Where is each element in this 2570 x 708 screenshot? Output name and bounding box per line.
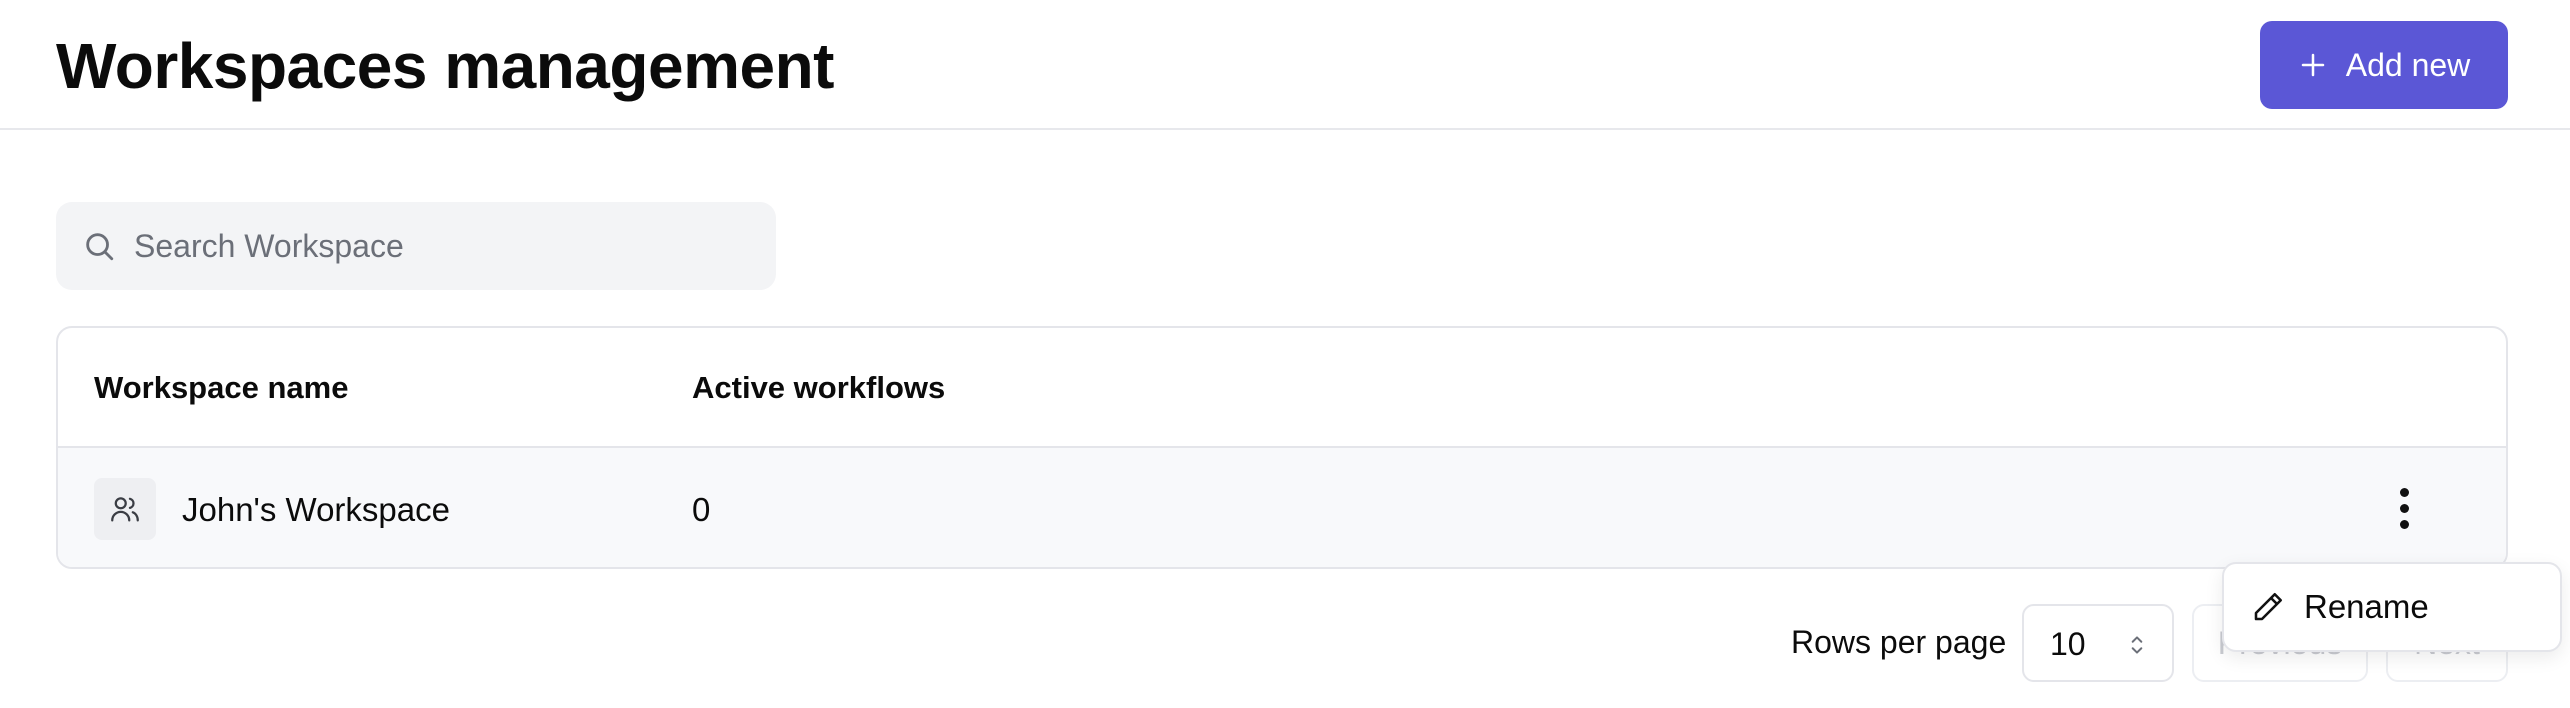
- search-input[interactable]: [132, 226, 736, 266]
- add-new-button[interactable]: Add new: [2260, 21, 2508, 109]
- search-box[interactable]: [56, 202, 776, 290]
- column-header-active-workflows[interactable]: Active workflows: [692, 370, 945, 406]
- plus-icon: [2301, 53, 2324, 77]
- pencil-icon: [2254, 592, 2283, 621]
- workspace-name[interactable]: John's Workspace: [182, 490, 450, 530]
- rows-per-page-value: 10: [2050, 626, 2086, 662]
- rows-per-page-select[interactable]: 10: [2022, 604, 2174, 682]
- menu-item-rename[interactable]: Rename: [2304, 588, 2429, 626]
- page-header: Workspaces management Add new: [0, 0, 2570, 130]
- page-title: Workspaces management: [56, 30, 834, 102]
- row-actions-menu: Rename: [2222, 562, 2562, 652]
- table-header: Workspace name Active workflows: [58, 328, 2506, 448]
- column-header-workspace-name[interactable]: Workspace name: [94, 370, 348, 406]
- add-new-label: Add new: [2345, 46, 2471, 83]
- workspace-avatar: [94, 478, 156, 540]
- table-row[interactable]: John's Workspace 0: [58, 448, 2506, 567]
- row-actions-kebab-icon[interactable]: [2374, 478, 2434, 538]
- users-icon: [111, 497, 139, 522]
- search-icon: [86, 233, 114, 261]
- chevron-up-down-icon: [2131, 636, 2143, 654]
- workspaces-table: Workspace name Active workflows John's W…: [56, 326, 2508, 569]
- rows-per-page-label: Rows per page: [1791, 624, 2007, 660]
- active-workflows-count: 0: [692, 491, 711, 528]
